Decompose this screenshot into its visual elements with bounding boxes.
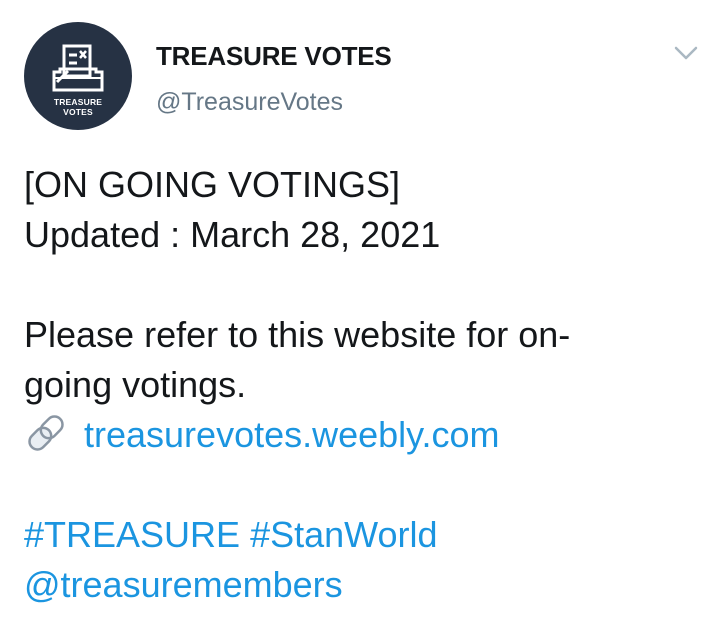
tweet-text: [ON GOING VOTINGS] Updated : March 28, 2… <box>24 160 704 610</box>
tweet-card: TREASURE VOTES TREASURE VOTES @TreasureV… <box>0 0 720 635</box>
avatar-label-line2: VOTES <box>63 107 93 117</box>
avatar-label-line1: TREASURE <box>53 97 103 107</box>
link-icon <box>24 413 68 453</box>
account-handle[interactable]: @TreasureVotes <box>156 88 343 117</box>
display-name[interactable]: TREASURE VOTES <box>156 41 392 72</box>
hashtag-treasure[interactable]: #TREASURE <box>24 514 240 555</box>
tweet-line-heading: [ON GOING VOTINGS] <box>24 164 401 205</box>
mention-treasuremembers[interactable]: @treasuremembers <box>24 564 343 605</box>
website-link[interactable]: treasurevotes.weebly.com <box>84 414 500 455</box>
mention-row: @treasuremembers <box>24 560 704 610</box>
tweet-line-votings: going votings. <box>24 364 247 405</box>
chevron-down-icon[interactable] <box>672 42 700 64</box>
hashtag-row: #TREASURE #StanWorld <box>24 510 704 560</box>
tweet-line-updated: Updated : March 28, 2021 <box>24 214 441 255</box>
tweet-line-refer: Please refer to this website for on- <box>24 314 571 355</box>
hashtag-stanworld[interactable]: #StanWorld <box>250 514 437 555</box>
avatar[interactable]: TREASURE VOTES <box>24 22 132 130</box>
website-link-row: treasurevotes.weebly.com <box>24 410 704 460</box>
